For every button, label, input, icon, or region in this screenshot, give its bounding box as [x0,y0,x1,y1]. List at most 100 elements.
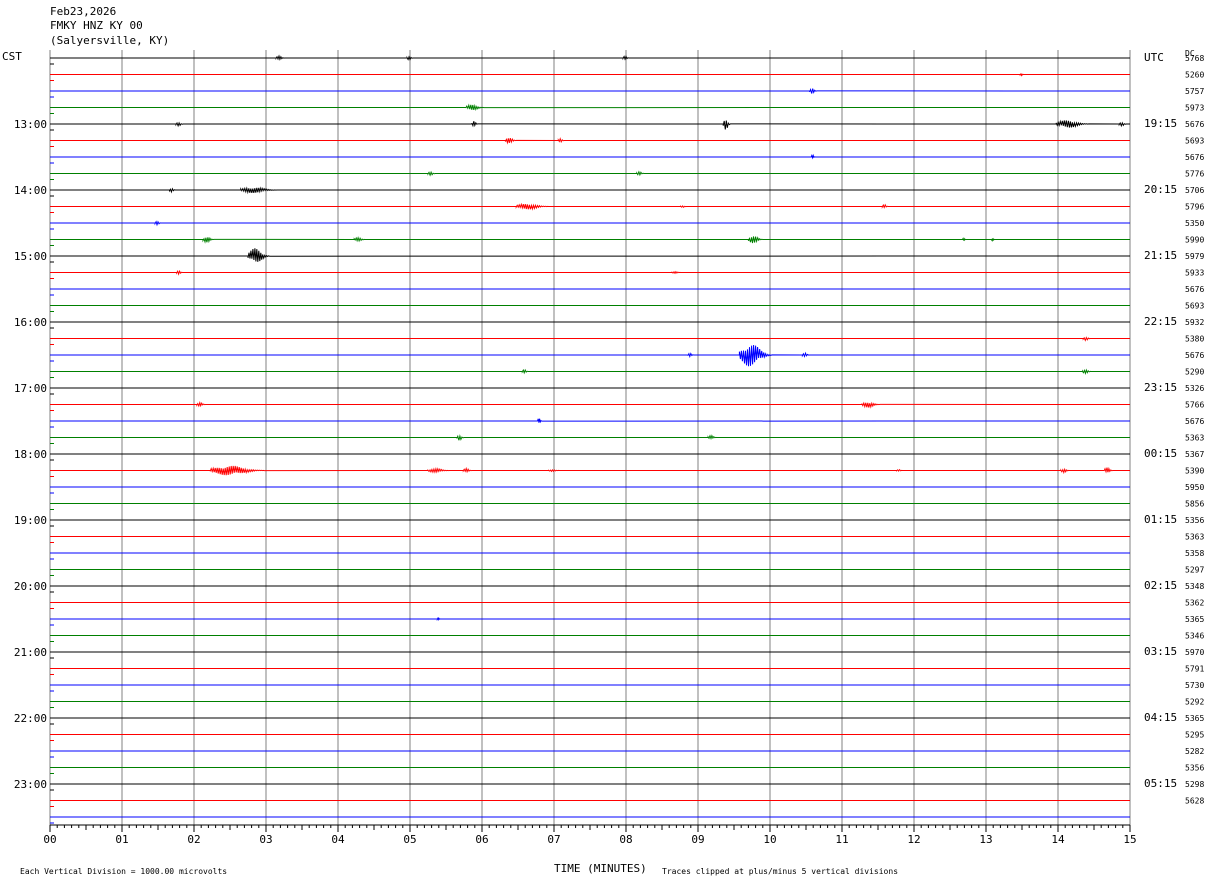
dc-value: 5367 [1185,450,1204,459]
seismic-trace-row [50,368,1130,375]
dc-value: 5676 [1185,153,1204,162]
x-tick-label: 13 [979,833,992,846]
x-tick-label: 04 [331,833,345,846]
left-time-label: 20:00 [14,580,47,593]
x-tick-label: 03 [259,833,272,846]
seismic-trace-row [50,153,1130,160]
dc-value: 5973 [1185,104,1204,113]
dc-value: 5356 [1185,516,1204,525]
footer-clip-note: Traces clipped at plus/minus 5 vertical … [662,867,899,876]
seismic-trace-row [50,336,1130,342]
seismic-trace-row [50,248,1131,262]
dc-value: 5350 [1185,219,1204,228]
left-time-label: 18:00 [14,448,47,461]
seismic-trace-row [50,465,1130,476]
x-tick-label: 15 [1123,833,1136,846]
dc-value: 5362 [1185,599,1204,608]
seismic-trace-row [50,54,1130,61]
seismic-trace-row [50,103,1131,112]
seismic-trace-row [50,72,1130,77]
dc-value: 5932 [1185,318,1204,327]
dc-value: 5356 [1185,764,1204,773]
dc-value: 5979 [1185,252,1204,261]
dc-value: 5757 [1185,87,1204,96]
dc-value: 5260 [1185,71,1204,80]
right-time-label: 00:15 [1144,447,1177,460]
right-time-label: 23:15 [1144,381,1177,394]
dc-value: 5693 [1185,302,1204,311]
left-time-label: 16:00 [14,316,47,329]
left-time-label: 19:00 [14,514,47,527]
right-time-label: 03:15 [1144,645,1177,658]
dc-value: 5295 [1185,731,1204,740]
dc-value: 5297 [1185,566,1204,575]
x-tick-label: 08 [619,833,632,846]
x-tick-label: 09 [691,833,704,846]
dc-value: 5693 [1185,137,1204,146]
left-time-label: 14:00 [14,184,47,197]
x-axis-label: TIME (MINUTES) [554,862,647,875]
x-tick-label: 14 [1051,833,1065,846]
dc-value: 5380 [1185,335,1204,344]
dc-value: 5326 [1185,384,1204,393]
dc-value: 5933 [1185,269,1204,278]
dc-value: 5856 [1185,500,1204,509]
x-tick-label: 12 [907,833,920,846]
seismic-trace-row [50,400,1131,409]
dc-value: 5730 [1185,681,1204,690]
dc-value: 5346 [1185,632,1204,641]
dc-value: 5348 [1185,582,1204,591]
dc-value: 5990 [1185,236,1204,245]
footer-scale-note: Each Vertical Division = 1000.00 microvo… [20,867,228,876]
right-time-label: 22:15 [1144,315,1177,328]
right-time-label: 02:15 [1144,579,1177,592]
dc-value: 5290 [1185,368,1204,377]
seismic-trace-row [50,87,1131,94]
right-time-label: 05:15 [1144,777,1177,790]
left-time-label: 17:00 [14,382,47,395]
dc-value: 5768 [1185,54,1204,63]
dc-value: 5676 [1185,417,1204,426]
dc-value: 5676 [1185,285,1204,294]
dc-value: 5390 [1185,467,1204,476]
left-time-label: 22:00 [14,712,47,725]
dc-value: 5706 [1185,186,1204,195]
right-time-label: 19:15 [1144,117,1177,130]
dc-value: 5970 [1185,648,1204,657]
dc-value: 5676 [1185,120,1204,129]
seismic-trace-row [50,418,1131,424]
right-time-label: 20:15 [1144,183,1177,196]
helicorder-plot: 00 01 02 03 04 05 06 07 08 09 10 11 12 13 14 15 13:00 14:… [14,50,1204,846]
right-time-label: UTC [1144,51,1164,64]
dc-value: 5791 [1185,665,1204,674]
seismic-trace-row [50,170,1130,177]
seismic-trace-row [50,186,1130,195]
dc-value: 5766 [1185,401,1204,410]
dc-value: 5776 [1185,170,1204,179]
seismic-trace-row [50,269,1130,276]
dc-value: 5796 [1185,203,1204,212]
left-time-label: 13:00 [14,118,47,131]
left-time-label: 23:00 [14,778,47,791]
right-time-label: 21:15 [1144,249,1177,262]
left-time-label: 15:00 [14,250,47,263]
left-time-label: 21:00 [14,646,47,659]
x-tick-label: 00 [43,833,56,846]
x-tick-label: 11 [835,833,848,846]
x-tick-label: 05 [403,833,416,846]
seismic-trace-row [50,220,1130,227]
x-tick-label: 07 [547,833,560,846]
seismic-trace-row [50,344,1130,367]
x-tick-label: 02 [187,833,200,846]
seismic-trace-row [50,236,1130,244]
seismic-trace-row [50,202,1130,211]
dc-value: 5950 [1185,483,1204,492]
dc-value: 5676 [1185,351,1204,360]
dc-value: 5292 [1185,698,1204,707]
dc-value: 5628 [1185,797,1204,806]
seismic-trace-row [50,434,1130,441]
dc-value: 5358 [1185,549,1204,558]
dc-value: 5363 [1185,434,1204,443]
right-time-label: 04:15 [1144,711,1177,724]
seismic-trace-row [50,616,1130,622]
